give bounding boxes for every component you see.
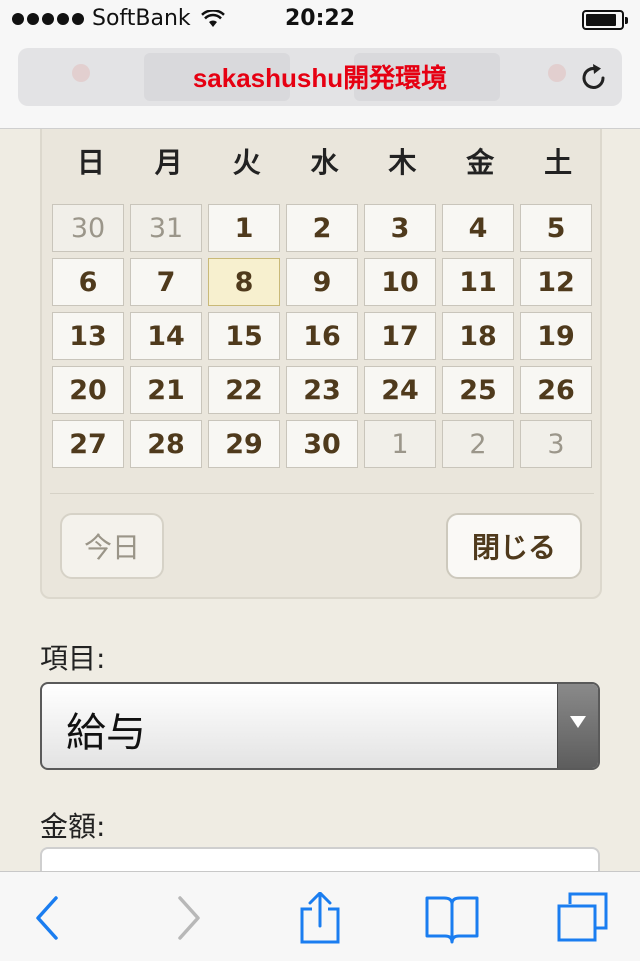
- page-content: 日 月 火 水 木 金 土 30 31 1 2 3 4 5 6 7 8 9 10 11 12 13 14 15 1…: [0, 129, 640, 871]
- battery-icon: [582, 10, 628, 30]
- calendar-day[interactable]: 18: [442, 312, 514, 360]
- calendar-day[interactable]: 3: [364, 204, 436, 252]
- item-select[interactable]: 給与: [40, 682, 600, 770]
- datepicker-panel: 日 月 火 水 木 金 土 30 31 1 2 3 4 5 6 7 8 9 10 11 12 13 14 15 1…: [40, 129, 602, 599]
- status-bar: SoftBank 20:22: [0, 0, 640, 40]
- today-button[interactable]: 今日: [60, 513, 164, 579]
- item-label: 項目:: [40, 642, 106, 675]
- address-bar[interactable]: sakashushu開発環境: [18, 48, 622, 106]
- share-icon: [300, 891, 340, 944]
- back-icon: [36, 896, 58, 940]
- calendar-day[interactable]: 1: [364, 420, 436, 468]
- day-grid: 30 31 1 2 3 4 5 6 7 8 9 10 11 12 13 14 15 16 17 18 19 20 21 22 2…: [52, 204, 600, 468]
- calendar-day[interactable]: 25: [442, 366, 514, 414]
- calendar-day[interactable]: 14: [130, 312, 202, 360]
- calendar-day-selected[interactable]: 8: [208, 258, 280, 306]
- select-arrow: [557, 684, 598, 768]
- tabs-icon: [557, 892, 608, 942]
- calendar-day[interactable]: 12: [520, 258, 592, 306]
- calendar-day[interactable]: 30: [52, 204, 124, 252]
- calendar-day[interactable]: 23: [286, 366, 358, 414]
- close-button[interactable]: 閉じる: [446, 513, 582, 579]
- calendar-day[interactable]: 20: [52, 366, 124, 414]
- calendar-day[interactable]: 19: [520, 312, 592, 360]
- chevron-down-icon: [570, 716, 586, 728]
- calendar-day[interactable]: 31: [130, 204, 202, 252]
- calendar-day[interactable]: 11: [442, 258, 514, 306]
- reload-icon[interactable]: [576, 60, 612, 96]
- calendar-day[interactable]: 2: [442, 420, 514, 468]
- share-button[interactable]: [292, 891, 348, 944]
- calendar-day[interactable]: 10: [364, 258, 436, 306]
- clock: 20:22: [284, 6, 356, 31]
- calendar-day[interactable]: 7: [130, 258, 202, 306]
- amount-field[interactable]: [40, 847, 600, 871]
- page-title: sakashushu開発環境: [192, 63, 448, 93]
- weekday-label: 火: [232, 146, 261, 179]
- calendar-day[interactable]: 21: [130, 366, 202, 414]
- browser-header: sakashushu開発環境: [0, 40, 640, 129]
- browser-toolbar: [0, 871, 640, 961]
- weekday-label: 水: [310, 146, 339, 179]
- bookmarks-icon: [425, 896, 479, 944]
- bookmarks-button[interactable]: [424, 892, 480, 944]
- weekday-label: 木: [388, 146, 417, 179]
- item-select-value: 給与: [66, 710, 146, 756]
- weekday-label: 金: [466, 146, 495, 179]
- weekday-label: 月: [154, 146, 183, 179]
- forward-button[interactable]: [158, 892, 214, 944]
- weekday-label: 土: [544, 146, 573, 179]
- calendar-day[interactable]: 2: [286, 204, 358, 252]
- amount-label: 金額:: [40, 810, 106, 843]
- calendar-day[interactable]: 4: [442, 204, 514, 252]
- calendar-day[interactable]: 24: [364, 366, 436, 414]
- back-button[interactable]: [22, 892, 78, 944]
- weekday-label: 日: [76, 146, 105, 179]
- calendar-day[interactable]: 17: [364, 312, 436, 360]
- calendar-day[interactable]: 16: [286, 312, 358, 360]
- calendar-day[interactable]: 28: [130, 420, 202, 468]
- calendar-day[interactable]: 5: [520, 204, 592, 252]
- calendar-day[interactable]: 22: [208, 366, 280, 414]
- calendar-day[interactable]: 29: [208, 420, 280, 468]
- calendar-day[interactable]: 6: [52, 258, 124, 306]
- calendar-day[interactable]: 15: [208, 312, 280, 360]
- calendar-day[interactable]: 30: [286, 420, 358, 468]
- calendar-day[interactable]: 27: [52, 420, 124, 468]
- forward-icon: [178, 896, 200, 940]
- calendar-day[interactable]: 26: [520, 366, 592, 414]
- calendar-day[interactable]: 9: [286, 258, 358, 306]
- divider: [50, 493, 594, 494]
- tabs-button[interactable]: [554, 892, 610, 944]
- calendar-day[interactable]: 13: [52, 312, 124, 360]
- calendar-day[interactable]: 1: [208, 204, 280, 252]
- calendar-day[interactable]: 3: [520, 420, 592, 468]
- weekday-header: 日 月 火 水 木 金 土: [52, 141, 597, 181]
